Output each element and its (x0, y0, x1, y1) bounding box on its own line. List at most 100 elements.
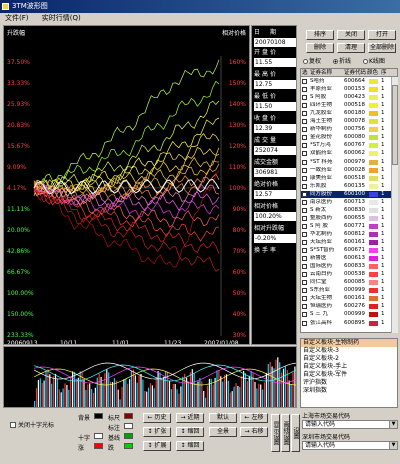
stock-row[interactable]: 国际医药 600833 1 (301, 263, 391, 270)
stock-row[interactable]: *ST万鸿 600767 1 (301, 142, 391, 149)
expand-button[interactable]: ↕ 扩张 (143, 427, 171, 437)
stock-row[interactable]: S哈药 600664 1 (301, 78, 391, 85)
stock-color-swatch[interactable] (369, 79, 378, 84)
stock-color-swatch[interactable] (369, 223, 378, 229)
stock-checkbox[interactable] (302, 304, 307, 310)
stock-checkbox[interactable] (302, 312, 307, 318)
move-right-button[interactable]: → 右移 (240, 427, 268, 437)
stock-color-swatch[interactable] (369, 143, 378, 149)
stock-checkbox[interactable] (302, 320, 307, 326)
stock-color-swatch[interactable] (369, 175, 378, 181)
stock-row[interactable]: 同仁堂 600085 1 (301, 279, 391, 286)
menu-realtime[interactable]: 实时行情(Q) (42, 14, 81, 22)
sector-item[interactable]: 自定义板块-2 (301, 355, 397, 363)
draw-settings-button[interactable]: 画线设置 (281, 414, 290, 452)
stock-checkbox[interactable] (302, 296, 307, 302)
stock-color-swatch[interactable] (369, 264, 378, 270)
stock-color-swatch[interactable] (369, 167, 378, 173)
stock-color-swatch[interactable] (369, 231, 378, 237)
stock-row[interactable]: 天坛生物 600161 1 (301, 295, 391, 302)
stock-color-swatch[interactable] (369, 288, 378, 294)
stock-checkbox[interactable] (302, 167, 307, 173)
expand2-button[interactable]: ↕ 扩展 (143, 441, 171, 451)
clear-button[interactable]: 清理 (337, 43, 365, 53)
sector-list[interactable]: 自定义板块-生物制药 自定义板块-3 自定义板块-2 自定义板块-手上 自定义板块-军件… (300, 338, 398, 408)
stock-row[interactable]: 张江高科 600895 1 (301, 320, 391, 327)
nav-color-swatch[interactable] (124, 423, 133, 429)
stock-row[interactable]: S 新太 600830 1 (301, 207, 391, 214)
stock-row[interactable]: 云南白药 000538 1 (301, 271, 391, 278)
stock-checkbox[interactable] (302, 272, 307, 278)
stock-color-swatch[interactable] (369, 320, 378, 326)
stock-list-scrollbar[interactable] (391, 77, 398, 333)
stock-checkbox[interactable] (302, 87, 307, 93)
crosshair-checkbox[interactable]: 关闭十字光标 (10, 420, 54, 429)
stock-row[interactable]: 新华制药 000756 1 (301, 126, 391, 133)
stock-checkbox[interactable] (302, 127, 307, 133)
stock-color-swatch[interactable] (369, 248, 378, 254)
stock-checkbox[interactable] (302, 103, 307, 109)
stock-color-swatch[interactable] (369, 296, 378, 302)
sector-item[interactable]: 自定义板块-军件 (301, 371, 397, 379)
stock-checkbox[interactable] (302, 183, 307, 189)
delete-button[interactable]: 删除 (306, 43, 334, 53)
stock-checkbox[interactable] (302, 231, 307, 237)
cross-color-swatch[interactable] (94, 433, 103, 439)
stock-row[interactable]: 一致药业 000028 1 (301, 167, 391, 174)
stock-row[interactable]: 恒瑞医药 600276 1 (301, 303, 391, 310)
stock-row[interactable]: 海王生物 000078 1 (301, 118, 391, 125)
scroll-thumb[interactable] (392, 85, 398, 165)
stock-checkbox[interactable] (302, 248, 307, 254)
shenzhen-code-select[interactable]: 请输入代码 ▼ (302, 441, 398, 450)
stock-checkbox[interactable] (302, 159, 307, 165)
stock-row[interactable]: *ST 科苑 000979 1 (301, 159, 391, 166)
stock-color-swatch[interactable] (369, 95, 378, 101)
stock-row[interactable]: 九龙胶业 600180 1 (301, 110, 391, 117)
delete-all-button[interactable]: 全部删除 (368, 43, 396, 53)
stock-row[interactable]: S东药业 000999 1 (301, 287, 391, 294)
shanghai-code-select[interactable]: 请输入代码 ▼ (302, 420, 398, 429)
stock-row[interactable]: 四环生物 000518 1 (301, 102, 391, 109)
settings-button[interactable]: 设置 (291, 414, 300, 452)
stock-checkbox[interactable] (302, 151, 307, 157)
recent-button[interactable]: → 近期 (176, 413, 204, 423)
stock-color-swatch[interactable] (369, 256, 378, 262)
close-button[interactable]: 关闭 (337, 30, 365, 40)
stock-row[interactable]: 乐凯胶 600135 1 (301, 183, 391, 190)
kline-radio[interactable]: K线图 (363, 56, 385, 65)
stock-row[interactable]: 丰原药业 000153 1 (301, 86, 391, 93)
stock-checkbox[interactable] (302, 95, 307, 101)
stock-checkbox[interactable] (302, 175, 307, 181)
stock-color-swatch[interactable] (369, 87, 378, 93)
stock-color-swatch[interactable] (369, 312, 378, 318)
stock-row[interactable]: 康美药业 600518 1 (301, 175, 391, 182)
stock-row[interactable]: 同方股份 600100 1 (301, 190, 391, 199)
menu-file[interactable]: 文件(F) (5, 14, 29, 22)
stock-checkbox[interactable] (302, 288, 307, 294)
stock-list[interactable]: 选 证券名称 证券代码 颜色 序 S哈药 600664 1 丰原药业 000153 1 S … (300, 68, 398, 333)
stock-checkbox[interactable] (302, 223, 307, 229)
display-settings-button[interactable]: 显示设置 (271, 414, 280, 452)
sort-button[interactable]: 排序 (306, 30, 334, 40)
stock-checkbox[interactable] (302, 215, 307, 221)
stock-checkbox[interactable] (302, 79, 307, 84)
stock-color-swatch[interactable] (369, 119, 378, 125)
stock-color-swatch[interactable] (369, 272, 378, 278)
stock-checkbox[interactable] (302, 191, 307, 197)
stock-color-swatch[interactable] (369, 215, 378, 221)
default-button[interactable]: 默认 (209, 413, 237, 423)
stock-row[interactable]: 金花股份 600080 1 (301, 134, 391, 141)
stock-color-swatch[interactable] (369, 240, 378, 245)
stock-row[interactable]: S 阿 胶 600771 1 (301, 223, 391, 230)
stock-row[interactable]: 整股西药 600655 1 (301, 215, 391, 222)
stock-color-swatch[interactable] (369, 159, 378, 165)
stock-checkbox[interactable] (302, 280, 307, 286)
stock-checkbox[interactable] (302, 256, 307, 262)
stock-color-swatch[interactable] (369, 151, 378, 157)
stock-color-swatch[interactable] (369, 183, 378, 189)
stock-checkbox[interactable] (302, 264, 307, 270)
move-left-button[interactable]: ← 左移 (240, 413, 268, 423)
up-color-swatch[interactable] (94, 443, 103, 449)
stock-row[interactable]: 华北制药 600812 1 (301, 231, 391, 238)
sector-item[interactable]: 自定义板块-3 (301, 347, 397, 355)
